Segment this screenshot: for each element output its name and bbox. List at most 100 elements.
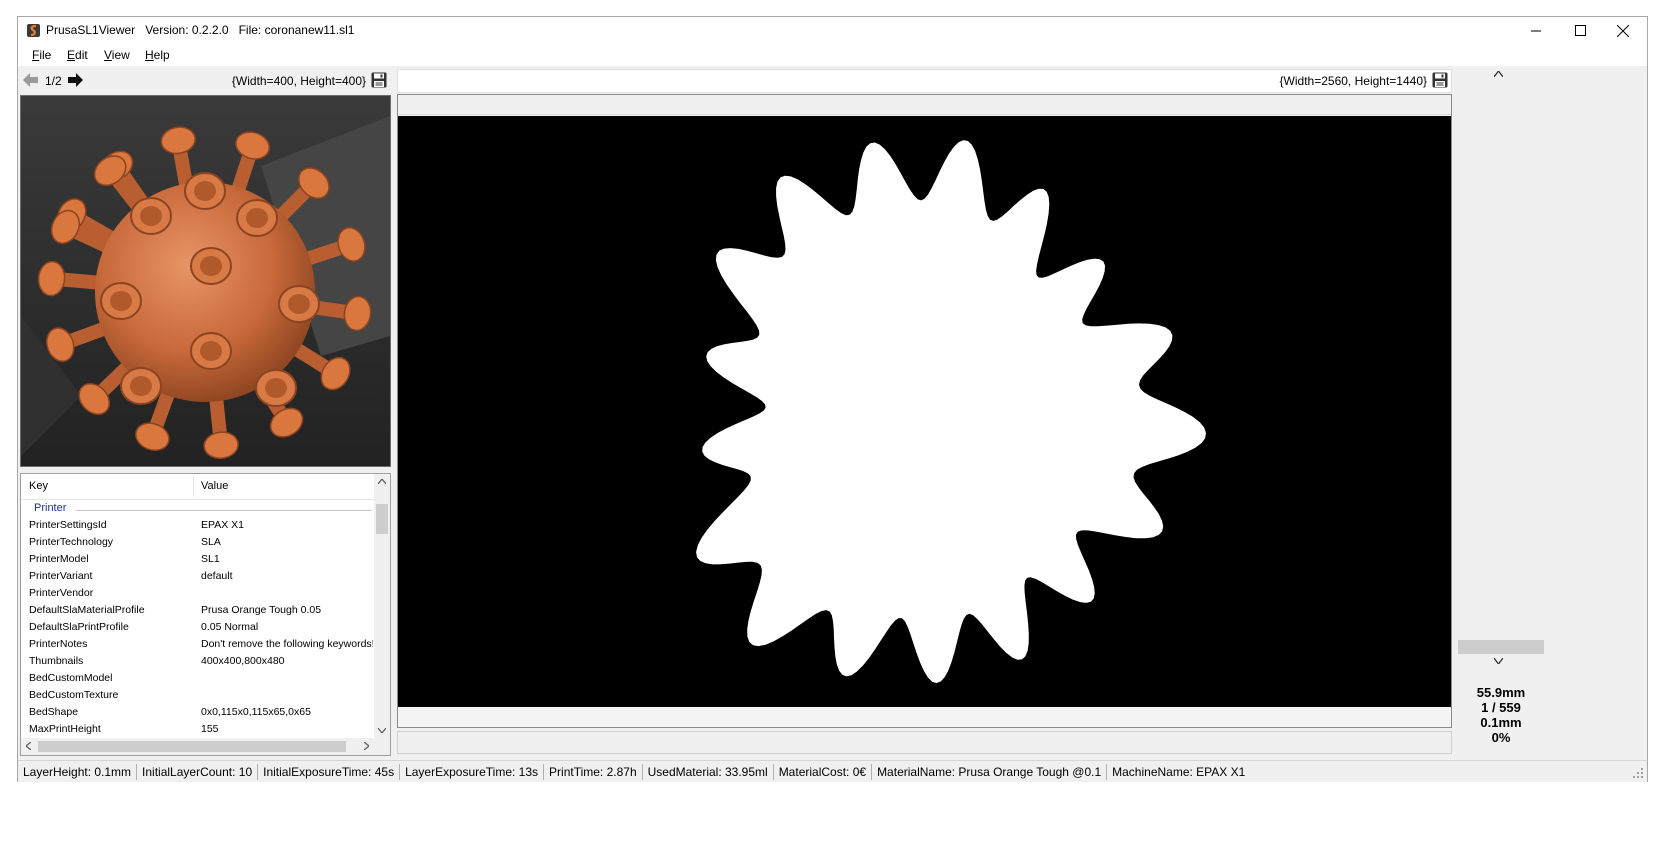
virus-spike-hole [194,181,216,201]
layer-size-label: {Width=2560, Height=1440} [1279,74,1427,88]
property-key: PrinterNotes [29,638,88,650]
title-bar: PrusaSL1Viewer Version: 0.2.2.0 File: co… [18,17,1647,44]
chevron-down-icon[interactable] [378,728,386,733]
property-key: Thumbnails [29,655,84,667]
property-value[interactable]: Don't remove the following keywords! ... [201,638,373,650]
arrow-left-icon[interactable] [23,73,39,87]
close-icon [1617,24,1629,37]
minimize-icon [1530,30,1541,32]
layer-height-mm: 55.9mm [1476,685,1526,700]
virus-model-render [21,96,390,466]
status-bar: LayerHeight: 0.1mm InitialLayerCount: 10 I… [18,760,1647,782]
property-value[interactable]: 400x400,800x480 [201,655,285,667]
virus-spike-hole [130,376,152,396]
property-key: DefaultSlaPrintProfile [29,621,129,633]
virus-spike-hole [265,378,287,398]
group-divider [76,510,372,511]
property-row[interactable]: PrinterSettingsId EPAX X1 [21,517,374,534]
thumbnail-page-indicator: 1/2 [45,74,62,88]
property-value[interactable]: SLA [201,536,221,548]
layer-slider[interactable] [1456,69,1546,664]
status-item: InitialExposureTime: 45s [258,764,401,780]
column-key-header[interactable]: Key [29,480,48,492]
property-value[interactable]: default [201,570,233,582]
property-key: DefaultSlaMaterialProfile [29,604,145,616]
virus-spike-hole [200,341,222,361]
property-row[interactable]: BedShape 0x0,115x0,115x65,0x65 [21,704,374,721]
property-value[interactable]: SL1 [201,553,220,565]
property-key: PrinterModel [29,553,89,565]
property-row[interactable]: PrinterNotes Don't remove the following k… [21,636,374,653]
status-item: LayerHeight: 0.1mm [18,764,138,780]
property-horizontal-scrollbar[interactable] [21,738,374,755]
chevron-right-icon[interactable] [364,742,369,750]
column-divider[interactable] [193,477,194,497]
layer-toolbar: {Width=2560, Height=1440} [397,69,1452,93]
property-row[interactable]: DefaultSlaPrintProfile 0.05 Normal [21,619,374,636]
maximize-button[interactable] [1558,17,1602,44]
layer-slider-thumb[interactable] [1458,640,1544,654]
scroll-thumb[interactable] [376,504,388,534]
layer-preview-margin [398,95,1451,115]
chevron-left-icon[interactable] [26,742,31,750]
main-window: PrusaSL1Viewer Version: 0.2.2.0 File: co… [17,16,1648,782]
layer-image[interactable] [398,116,1451,707]
status-item: UsedMaterial: 33.95ml [643,764,774,780]
property-key: BedShape [29,706,79,718]
property-key: PrinterSettingsId [29,519,107,531]
property-row[interactable]: PrinterVariant default [21,568,374,585]
property-row[interactable]: DefaultSlaMaterialProfile Prusa Orange To… [21,602,374,619]
scrollbar-corner [374,738,390,755]
scroll-thumb[interactable] [38,741,346,752]
virus-spike-hole [200,256,222,276]
status-item: MaterialName: Prusa Orange Tough @0.1 [872,764,1108,780]
window-title: PrusaSL1Viewer Version: 0.2.2.0 File: co… [46,23,355,37]
layer-slice-shape [696,140,1206,684]
menu-bar: File Edit View Help [18,44,1647,66]
resize-grip-icon[interactable] [1633,768,1644,779]
layer-horizontal-scrollbar[interactable] [397,731,1452,754]
property-group-header[interactable]: Printer [34,502,66,514]
property-row[interactable]: BedCustomModel [21,670,374,687]
menu-view[interactable]: View [104,48,130,62]
column-value-header[interactable]: Value [201,480,228,492]
chevron-up-icon[interactable] [378,479,386,484]
property-value[interactable]: Prusa Orange Tough 0.05 [201,604,321,616]
property-row[interactable]: PrinterTechnology SLA [21,534,374,551]
status-item: MaterialCost: 0€ [774,764,873,780]
property-key: MaxPrintHeight [29,723,101,735]
property-key: BedCustomTexture [29,689,119,701]
thumbnail-toolbar: 1/2 {Width=400, Height=400} [18,69,392,93]
virus-spike-hole [140,206,162,226]
menu-edit[interactable]: Edit [67,48,88,62]
property-grid[interactable]: Key Value Printer PrinterSettingsId EPAX … [20,473,391,756]
menu-help[interactable]: Help [145,48,170,62]
property-row[interactable]: MaxPrintHeight 155 [21,721,374,738]
property-row[interactable]: PrinterModel SL1 [21,551,374,568]
property-value[interactable]: EPAX X1 [201,519,244,531]
menu-file[interactable]: File [32,48,51,62]
property-key: PrinterVendor [29,587,94,599]
property-key: PrinterVariant [29,570,93,582]
property-value[interactable]: 155 [201,723,219,735]
virus-spike-hole [110,291,132,311]
maximize-icon [1574,25,1586,36]
status-item: MachineName: EPAX X1 [1112,765,1246,779]
chevron-down-icon[interactable] [1494,658,1503,664]
status-item: InitialLayerCount: 10 [137,764,259,780]
layer-preview[interactable] [397,94,1452,728]
property-row[interactable]: BedCustomTexture [21,687,374,704]
save-icon[interactable] [371,72,387,88]
property-vertical-scrollbar[interactable] [374,474,390,739]
property-value[interactable]: 0x0,115x0,115x65,0x65 [201,706,311,718]
minimize-button[interactable] [1514,17,1558,44]
arrow-right-icon[interactable] [67,73,83,87]
property-rows: PrinterSettingsId EPAX X1 PrinterTechnolog… [21,517,374,738]
property-grid-header: Key Value [21,474,374,500]
close-button[interactable] [1601,17,1645,44]
property-row[interactable]: Thumbnails 400x400,800x480 [21,653,374,670]
property-value[interactable]: 0.05 Normal [201,621,258,633]
chevron-up-icon[interactable] [1494,71,1503,77]
save-icon[interactable] [1432,72,1448,88]
property-row[interactable]: PrinterVendor [21,585,374,602]
